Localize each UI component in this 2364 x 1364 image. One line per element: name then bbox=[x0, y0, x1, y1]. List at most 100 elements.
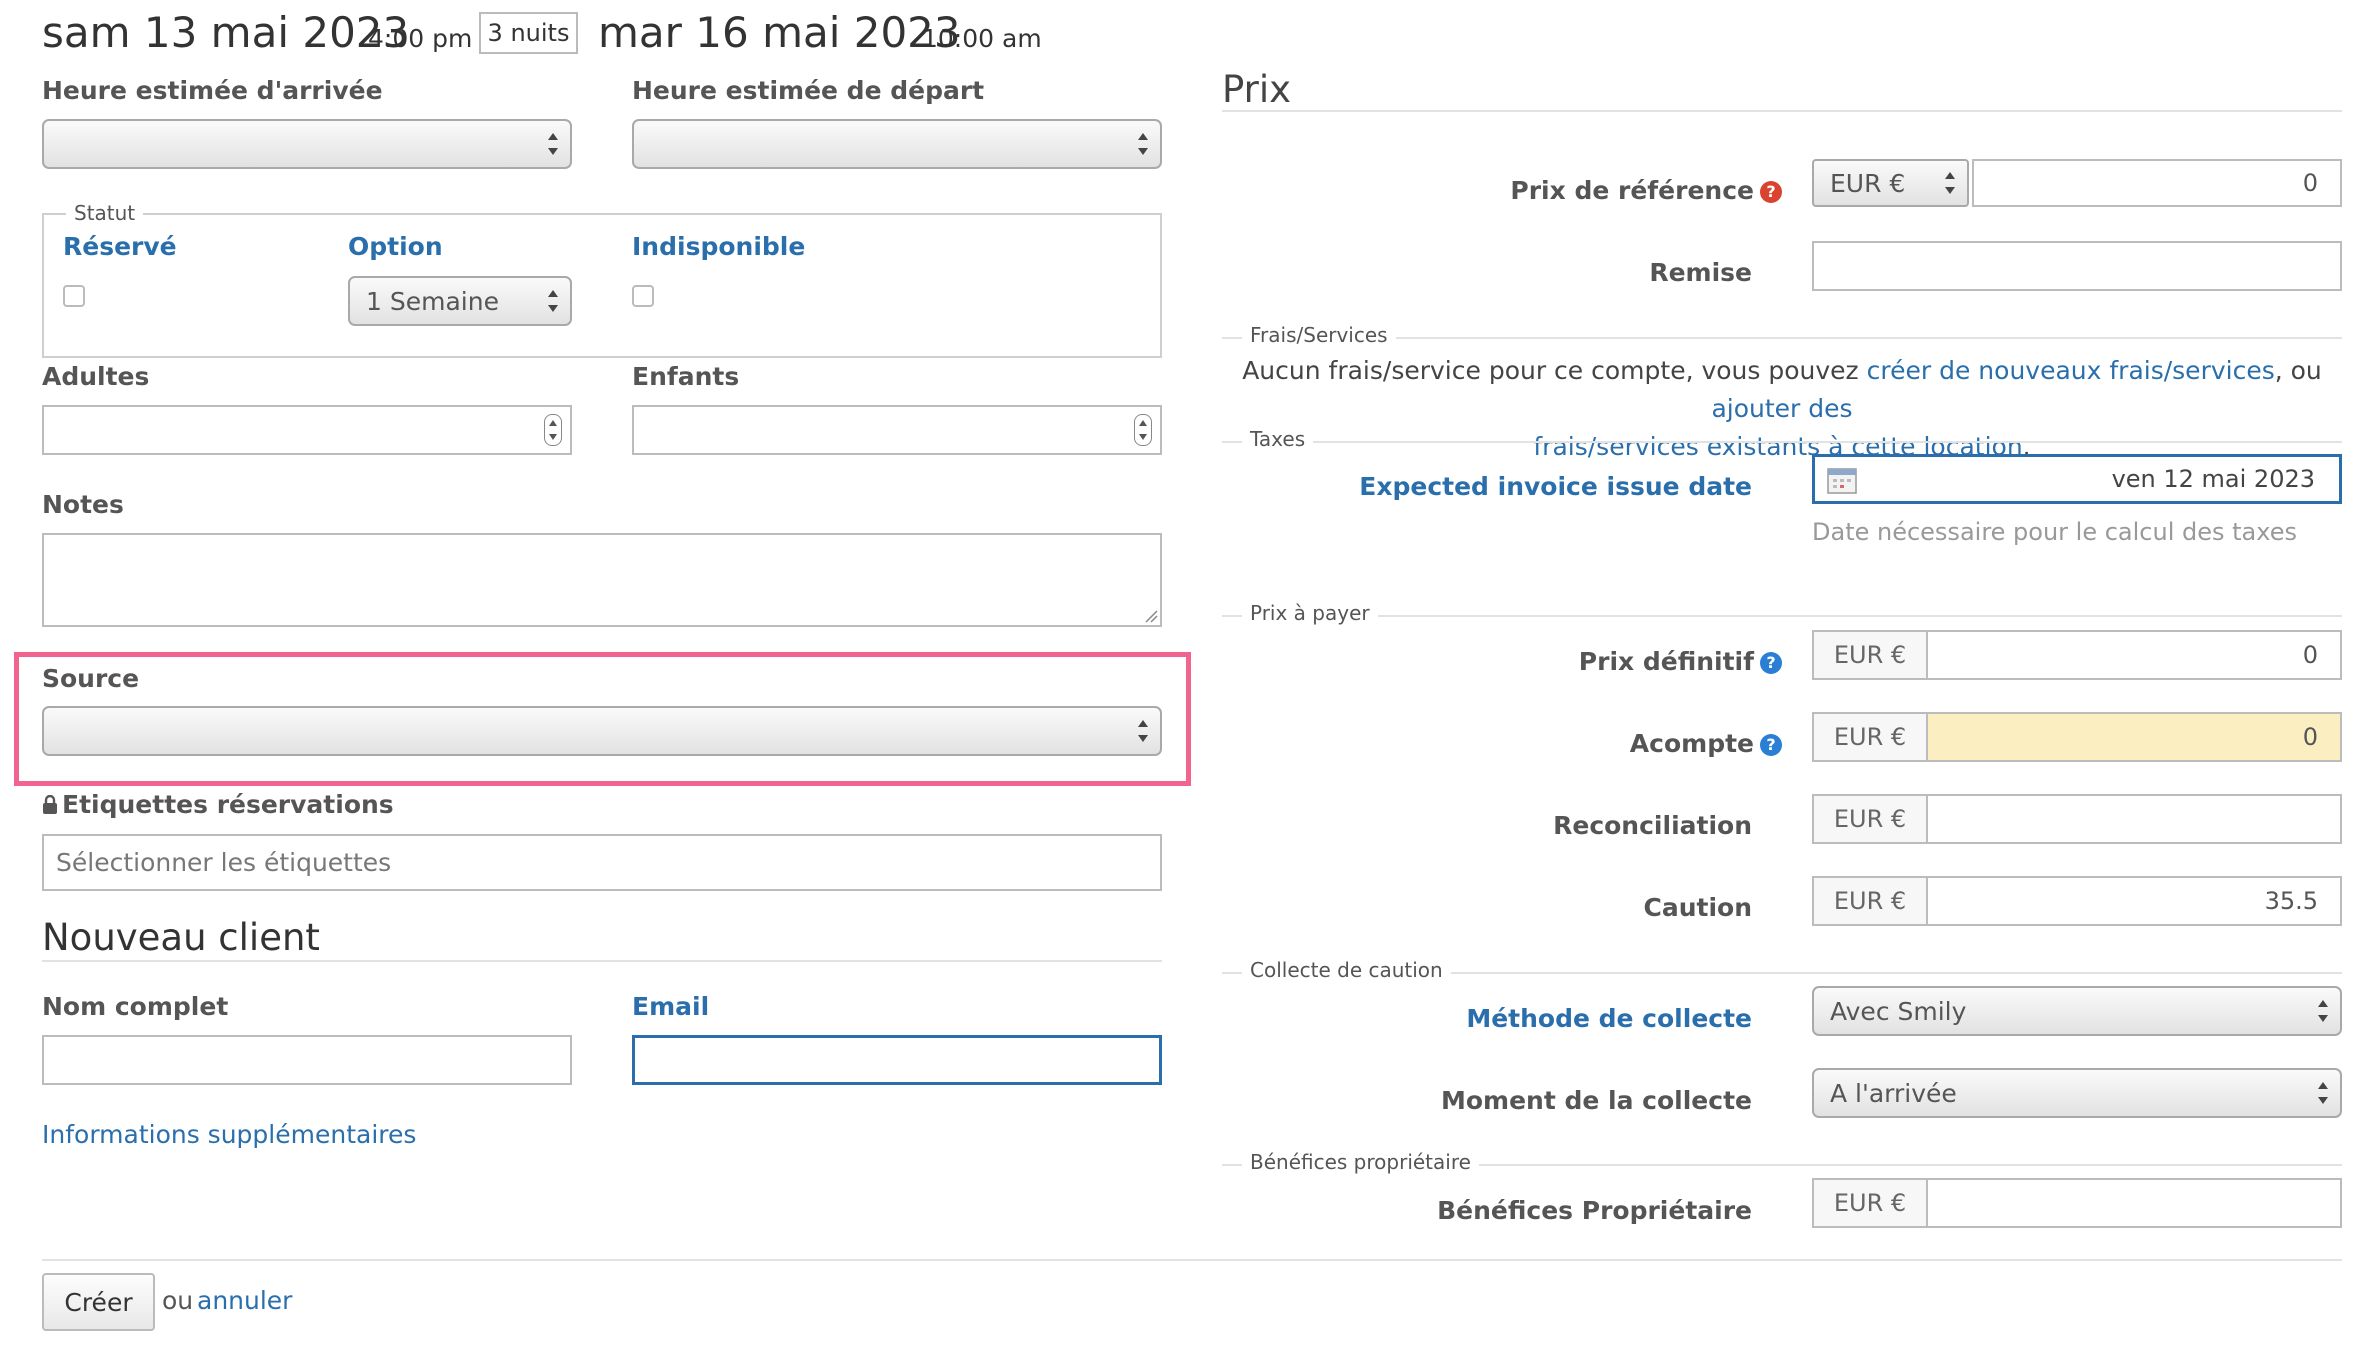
discount-label: Remise bbox=[1649, 258, 1752, 287]
children-label: Enfants bbox=[632, 362, 740, 391]
create-button[interactable]: Créer bbox=[42, 1273, 155, 1331]
to-pay-divider bbox=[1222, 615, 2342, 617]
price-section-title: Prix bbox=[1222, 68, 1292, 111]
owner-profit-currency: EUR € bbox=[1812, 1178, 1928, 1228]
owner-legend: Bénéfices propriétaire bbox=[1242, 1150, 1479, 1174]
collect-method-select[interactable]: Avec Smily bbox=[1812, 986, 2342, 1036]
collect-method-value: Avec Smily bbox=[1830, 996, 1967, 1026]
ref-price-input[interactable]: 0 bbox=[1972, 159, 2342, 207]
collect-moment-value: A l'arrivée bbox=[1830, 1078, 1957, 1108]
price-section-divider bbox=[1222, 110, 2342, 112]
number-spinner-icon[interactable] bbox=[1134, 414, 1152, 446]
departure-time-label: Heure estimée de départ bbox=[632, 76, 985, 105]
arrival-time-label: Heure estimée d'arrivée bbox=[42, 76, 383, 105]
notes-textarea[interactable] bbox=[42, 533, 1162, 627]
departure-time: 10:00 am bbox=[922, 24, 1042, 53]
fullname-label: Nom complet bbox=[42, 992, 229, 1021]
owner-profit-label: Bénéfices Propriétaire bbox=[1437, 1196, 1752, 1225]
select-arrows-icon bbox=[2318, 1000, 2328, 1022]
final-price-input[interactable]: 0 bbox=[1926, 630, 2342, 680]
collect-legend: Collecte de caution bbox=[1242, 958, 1451, 982]
status-option-label: Option bbox=[348, 232, 443, 261]
resize-handle-icon[interactable] bbox=[1144, 609, 1158, 623]
discount-input[interactable] bbox=[1812, 241, 2342, 291]
email-label: Email bbox=[632, 992, 710, 1021]
collect-method-label: Méthode de collecte bbox=[1466, 1004, 1752, 1033]
status-legend: Statut bbox=[66, 201, 144, 225]
collect-moment-label: Moment de la collecte bbox=[1440, 1086, 1752, 1115]
status-reserved-checkbox[interactable] bbox=[63, 285, 85, 307]
footer-divider bbox=[42, 1259, 2342, 1261]
option-duration-select[interactable]: 1 Semaine bbox=[348, 276, 572, 326]
source-label: Source bbox=[42, 664, 140, 693]
to-pay-legend: Prix à payer bbox=[1242, 601, 1378, 625]
status-fieldset bbox=[42, 213, 1162, 358]
tags-label: Etiquettes réservations bbox=[42, 790, 394, 819]
ref-currency-select[interactable]: EUR € bbox=[1812, 159, 1969, 207]
select-arrows-icon bbox=[548, 290, 558, 312]
fees-legend: Frais/Services bbox=[1242, 323, 1396, 347]
final-price-label-text: Prix définitif bbox=[1578, 647, 1754, 676]
more-info-link[interactable]: Informations supplémentaires bbox=[42, 1120, 416, 1149]
children-input[interactable] bbox=[632, 405, 1162, 455]
caution-input[interactable]: 35.5 bbox=[1926, 876, 2342, 926]
email-input[interactable] bbox=[632, 1035, 1162, 1085]
departure-date: mar 16 mai 2023 bbox=[598, 8, 961, 57]
option-select-value: 1 Semaine bbox=[366, 286, 499, 316]
deposit-currency: EUR € bbox=[1812, 712, 1928, 762]
reconciliation-label: Reconciliation bbox=[1553, 811, 1752, 840]
invoice-date-label: Expected invoice issue date bbox=[1359, 472, 1752, 501]
fees-text-2: , ou bbox=[2274, 356, 2322, 385]
collect-moment-select[interactable]: A l'arrivée bbox=[1812, 1068, 2342, 1118]
add-fees-link-a[interactable]: ajouter des bbox=[1711, 394, 1852, 423]
ref-price-label: Prix de référence? bbox=[1510, 176, 1782, 205]
fees-text-1: Aucun frais/service pour ce compte, vous… bbox=[1242, 356, 1867, 385]
status-unavailable-label: Indisponible bbox=[632, 232, 806, 261]
status-unavailable-checkbox[interactable] bbox=[632, 285, 654, 307]
fullname-input[interactable] bbox=[42, 1035, 572, 1085]
create-fees-link[interactable]: créer de nouveaux frais/services bbox=[1867, 356, 2275, 385]
new-client-divider bbox=[42, 960, 1162, 962]
deposit-label: Acompte? bbox=[1630, 729, 1782, 758]
taxes-legend: Taxes bbox=[1242, 427, 1314, 451]
owner-profit-input[interactable] bbox=[1926, 1178, 2342, 1228]
departure-time-select[interactable] bbox=[632, 119, 1162, 169]
reconciliation-currency: EUR € bbox=[1812, 794, 1928, 844]
deposit-input[interactable]: 0 bbox=[1926, 712, 2342, 762]
lock-icon bbox=[43, 794, 57, 814]
number-spinner-icon[interactable] bbox=[544, 414, 562, 446]
invoice-date-help: Date nécessaire pour le calcul des taxes bbox=[1812, 518, 2297, 546]
source-select[interactable] bbox=[42, 706, 1162, 756]
select-arrows-icon bbox=[1945, 172, 1955, 194]
deposit-label-text: Acompte bbox=[1629, 729, 1754, 758]
adults-label: Adultes bbox=[42, 362, 150, 391]
status-reserved-label: Réservé bbox=[63, 232, 177, 261]
arrival-time-select[interactable] bbox=[42, 119, 572, 169]
caution-currency: EUR € bbox=[1812, 876, 1928, 926]
select-arrows-icon bbox=[1138, 133, 1148, 155]
select-arrows-icon bbox=[548, 133, 558, 155]
reconciliation-input[interactable] bbox=[1926, 794, 2342, 844]
tags-input[interactable]: Sélectionner les étiquettes bbox=[42, 834, 1162, 891]
or-text: ou bbox=[162, 1286, 194, 1315]
invoice-date-value: ven 12 mai 2023 bbox=[2111, 465, 2315, 493]
help-icon[interactable]: ? bbox=[1760, 181, 1782, 203]
cancel-link[interactable]: annuler bbox=[197, 1286, 292, 1315]
help-icon[interactable]: ? bbox=[1760, 734, 1782, 756]
caution-label: Caution bbox=[1643, 893, 1752, 922]
final-price-label: Prix définitif? bbox=[1579, 647, 1782, 676]
invoice-date-input[interactable]: ven 12 mai 2023 bbox=[1812, 454, 2342, 504]
new-client-title: Nouveau client bbox=[42, 916, 320, 959]
help-icon[interactable]: ? bbox=[1760, 652, 1782, 674]
final-price-currency: EUR € bbox=[1812, 630, 1928, 680]
arrival-time: 4:00 pm bbox=[368, 24, 473, 53]
select-arrows-icon bbox=[2318, 1082, 2328, 1104]
fees-info-text: Aucun frais/service pour ce compte, vous… bbox=[1222, 352, 2342, 466]
adults-input[interactable] bbox=[42, 405, 572, 455]
taxes-divider bbox=[1222, 441, 2342, 443]
calendar-icon[interactable] bbox=[1827, 466, 1857, 494]
tags-label-text: Etiquettes réservations bbox=[62, 790, 394, 819]
nights-badge: 3 nuits bbox=[479, 12, 578, 54]
arrival-date: sam 13 mai 2023 bbox=[42, 8, 410, 57]
select-arrows-icon bbox=[1138, 720, 1148, 742]
